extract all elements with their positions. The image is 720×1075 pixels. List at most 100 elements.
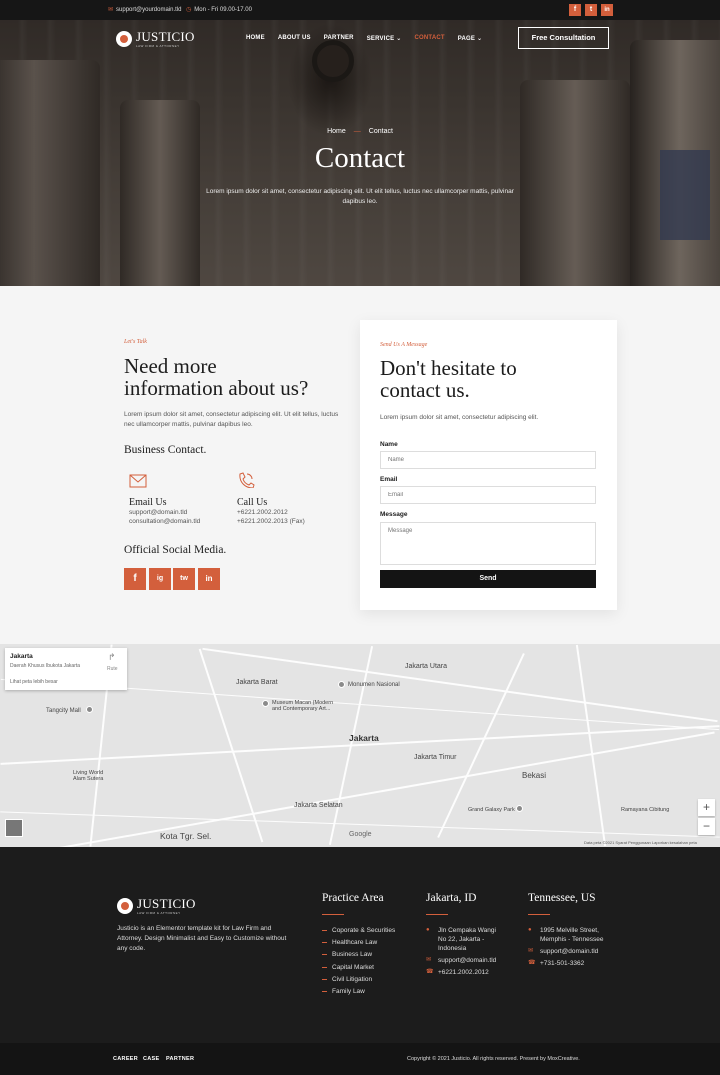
map-road bbox=[198, 648, 264, 843]
name-input[interactable] bbox=[380, 451, 596, 469]
map-embed[interactable]: Jakarta Utara Jakarta Barat Monumen Nasi… bbox=[0, 644, 720, 847]
map-label-jakarta-selatan: Jakarta Selatan bbox=[294, 802, 343, 809]
map-larger-link[interactable]: Lihat peta lebih besar bbox=[10, 679, 58, 685]
map-label-kota-tgr: Kota Tgr. Sel. bbox=[160, 831, 212, 841]
email-input[interactable] bbox=[380, 486, 596, 504]
logo-tagline: LAW FIRM & ATTORNEY bbox=[136, 44, 180, 48]
topbar-hours: ◷ Mon - Fri 09.00-17.00 bbox=[186, 6, 252, 14]
us-underline bbox=[528, 914, 550, 915]
directions-icon[interactable]: ↱ bbox=[108, 652, 116, 663]
map-label-ramayana: Ramayana Cibitung bbox=[621, 807, 670, 813]
jakarta-phone[interactable]: +6221.2002.2012 bbox=[438, 968, 489, 977]
practice-item-label: Civil Litigation bbox=[332, 975, 373, 983]
location-pin-icon: ● bbox=[426, 927, 430, 933]
location-pin-icon: ● bbox=[528, 927, 532, 933]
info-heading-line1: Need more bbox=[124, 354, 217, 378]
breadcrumb: Home — Contact bbox=[0, 128, 720, 135]
email-label: Email bbox=[380, 476, 398, 483]
hero-subtitle: Lorem ipsum dolor sit amet, consectetur … bbox=[206, 188, 514, 205]
bottom-link-partner[interactable]: PARTNER bbox=[166, 1056, 194, 1062]
nav-page[interactable]: PAGE ⌄ bbox=[458, 35, 482, 42]
chevron-down-icon: ⌄ bbox=[396, 36, 402, 42]
footer: JUSTICIO LAW FIRM & ATTORNEY Justicio is… bbox=[0, 847, 720, 1043]
nav-about[interactable]: ABOUT US bbox=[278, 35, 311, 42]
map-label-monumen: Monumen Nasional bbox=[348, 682, 400, 688]
nav-partner[interactable]: PARTNER bbox=[324, 35, 354, 42]
contact-form-card: Send Us A Message Don't hesitate to cont… bbox=[360, 320, 617, 610]
topbar-email[interactable]: ✉ support@yourdomain.tld bbox=[108, 6, 182, 14]
breadcrumb-home[interactable]: Home bbox=[327, 128, 346, 135]
info-eyebrow: Let's Talk bbox=[124, 339, 147, 345]
phone-icon: ☎ bbox=[426, 969, 434, 975]
phone-line[interactable]: +6221.2002.2013 (Fax) bbox=[237, 517, 337, 526]
free-consultation-button[interactable]: Free Consultation bbox=[518, 27, 609, 49]
us-phone[interactable]: +731-501-3362 bbox=[540, 959, 584, 968]
info-text: Lorem ipsum dolor sit amet, consectetur … bbox=[124, 411, 339, 428]
satellite-toggle-icon[interactable] bbox=[5, 819, 23, 837]
jakarta-office-title: Jakarta, ID bbox=[426, 892, 477, 904]
map-pin-icon bbox=[338, 681, 345, 688]
info-heading-line2: information about us? bbox=[124, 376, 309, 400]
email-line[interactable]: support@domain.tld bbox=[129, 508, 229, 517]
map-road bbox=[5, 731, 715, 847]
site-logo[interactable]: JUSTICIO LAW FIRM & ATTORNEY bbox=[116, 30, 195, 48]
send-button[interactable]: Send bbox=[380, 570, 596, 588]
practice-item-label: Healthcare Law bbox=[332, 938, 378, 946]
nav-contact[interactable]: CONTACT bbox=[414, 35, 444, 42]
map-pin-icon bbox=[262, 700, 269, 707]
map-pin-icon bbox=[516, 805, 523, 812]
map-label-jakarta-utara: Jakarta Utara bbox=[405, 663, 448, 670]
nav-page-label: PAGE bbox=[457, 36, 476, 42]
practice-item[interactable]: Civil Litigation bbox=[322, 973, 395, 985]
practice-item[interactable]: Healthcare Law bbox=[322, 936, 395, 948]
copyright: Copyright © 2021 Justicio. All rights re… bbox=[407, 1056, 580, 1062]
nav-service[interactable]: SERVICE ⌄ bbox=[367, 35, 402, 42]
breadcrumb-current: Contact bbox=[368, 128, 393, 135]
linkedin-icon[interactable]: in bbox=[198, 568, 220, 590]
topbar-twitter-icon[interactable]: t bbox=[585, 4, 597, 16]
breadcrumb-separator: — bbox=[353, 128, 361, 135]
instagram-icon[interactable]: ig bbox=[149, 568, 171, 590]
call-us-block: Call Us +6221.2002.2012 +6221.2002.2013 … bbox=[237, 472, 337, 526]
form-heading: Don't hesitate to contact us. bbox=[380, 357, 600, 401]
map-place-title: Jakarta bbox=[10, 653, 33, 660]
us-email[interactable]: support@domain.tld bbox=[540, 947, 598, 956]
bottom-bar: CAREER CASE PARTNER Copyright © 2021 Jus… bbox=[0, 1043, 720, 1075]
practice-item[interactable]: Family Law bbox=[322, 985, 395, 997]
map-road bbox=[575, 644, 607, 847]
name-label: Name bbox=[380, 441, 398, 448]
nav-service-label: SERVICE bbox=[366, 36, 395, 42]
topbar-linkedin-icon[interactable]: in bbox=[601, 4, 613, 16]
practice-list: Coporate & Securities Healthcare Law Bus… bbox=[322, 924, 395, 998]
footer-logo[interactable]: JUSTICIO LAW FIRM & ATTORNEY bbox=[117, 897, 196, 915]
map-label-bekasi: Bekasi bbox=[522, 771, 547, 780]
page-title: Contact bbox=[314, 142, 406, 174]
zoom-in-button[interactable]: + bbox=[698, 799, 715, 816]
message-textarea[interactable] bbox=[380, 522, 596, 565]
facebook-icon[interactable]: f bbox=[124, 568, 146, 590]
map-route-label[interactable]: Rute bbox=[107, 666, 118, 672]
map-attribution[interactable]: Data peta ©2021 Syarat Penggunaan Lapork… bbox=[584, 840, 697, 845]
logo-emblem-icon bbox=[116, 31, 132, 47]
email-line[interactable]: consultation@domain.tld bbox=[129, 517, 229, 526]
practice-item[interactable]: Capital Market bbox=[322, 961, 395, 973]
form-eyebrow: Send Us A Message bbox=[380, 342, 428, 348]
bottom-link-career[interactable]: CAREER bbox=[113, 1056, 138, 1062]
jakarta-address: Jln Cempaka Wangi No 22, Jakarta - Indon… bbox=[438, 927, 496, 952]
topbar-facebook-icon[interactable]: f bbox=[569, 4, 581, 16]
twitter-icon[interactable]: tw bbox=[173, 568, 195, 590]
email-us-title: Email Us bbox=[129, 497, 167, 508]
google-logo: Google bbox=[349, 831, 372, 838]
bottom-link-case[interactable]: CASE bbox=[143, 1056, 159, 1062]
phone-line[interactable]: +6221.2002.2012 bbox=[237, 508, 337, 517]
form-text: Lorem ipsum dolor sit amet, consectetur … bbox=[380, 414, 539, 421]
jakarta-office-info: ● Jln Cempaka Wangi No 22, Jakarta - Indo… bbox=[426, 926, 506, 980]
nav-home[interactable]: HOME bbox=[246, 35, 265, 42]
email-us-block: Email Us support@domain.tld consultation… bbox=[129, 474, 229, 526]
map-label-living-world: Living World Alam Sutera bbox=[73, 770, 104, 782]
practice-item[interactable]: Coporate & Securities bbox=[322, 924, 395, 936]
practice-item[interactable]: Business Law bbox=[322, 949, 395, 961]
practice-item-label: Coporate & Securities bbox=[332, 926, 396, 934]
zoom-out-button[interactable]: − bbox=[698, 818, 715, 835]
jakarta-email[interactable]: support@domain.tld bbox=[438, 956, 496, 965]
